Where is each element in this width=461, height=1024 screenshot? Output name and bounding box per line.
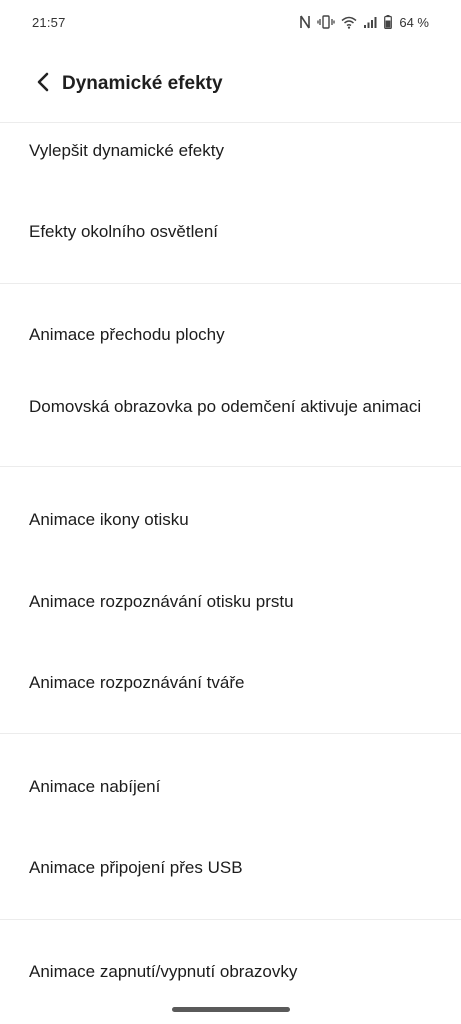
signal-icon xyxy=(363,16,378,29)
vibrate-icon xyxy=(317,15,336,29)
setting-item-enhance-dynamic-effects[interactable]: Vylepšit dynamické efekty xyxy=(29,139,439,162)
app-bar: Dynamické efekty xyxy=(0,56,461,112)
wifi-icon xyxy=(341,16,357,29)
setting-item-usb-connection-animation[interactable]: Animace připojení přes USB xyxy=(29,856,439,879)
chevron-left-icon xyxy=(36,71,50,98)
setting-item-charging-animation[interactable]: Animace nabíjení xyxy=(29,775,439,798)
setting-item-face-recognition-animation[interactable]: Animace rozpoznávání tváře xyxy=(29,671,439,694)
setting-item-home-transition-animation[interactable]: Animace přechodu plochy xyxy=(29,323,439,346)
nfc-icon xyxy=(299,15,311,29)
section-divider xyxy=(0,733,461,734)
battery-percent: 64 % xyxy=(399,14,429,30)
gesture-nav-handle[interactable] xyxy=(172,1007,290,1012)
status-bar: 21:57 64 % xyxy=(0,0,461,44)
page-title: Dynamické efekty xyxy=(62,73,223,94)
setting-item-screen-on-off-animation[interactable]: Animace zapnutí/vypnutí obrazovky xyxy=(29,960,439,983)
setting-item-unlock-home-animation[interactable]: Domovská obrazovka po odemčení aktivuje … xyxy=(29,395,439,418)
status-icons: 64 % xyxy=(299,15,429,30)
header-divider xyxy=(0,122,461,123)
settings-screen: 21:57 64 % Dynamické efekty Vylepšit dyn… xyxy=(0,0,461,1024)
setting-item-fingerprint-icon-animation[interactable]: Animace ikony otisku xyxy=(29,508,439,531)
battery-icon xyxy=(384,15,393,29)
setting-item-fingerprint-recognition-animation[interactable]: Animace rozpoznávání otisku prstu xyxy=(29,590,439,613)
section-divider xyxy=(0,466,461,467)
status-time: 21:57 xyxy=(32,14,66,30)
section-divider xyxy=(0,283,461,284)
setting-item-ambient-lighting-effects[interactable]: Efekty okolního osvětlení xyxy=(29,220,439,243)
back-button[interactable] xyxy=(18,56,68,112)
section-divider xyxy=(0,919,461,920)
